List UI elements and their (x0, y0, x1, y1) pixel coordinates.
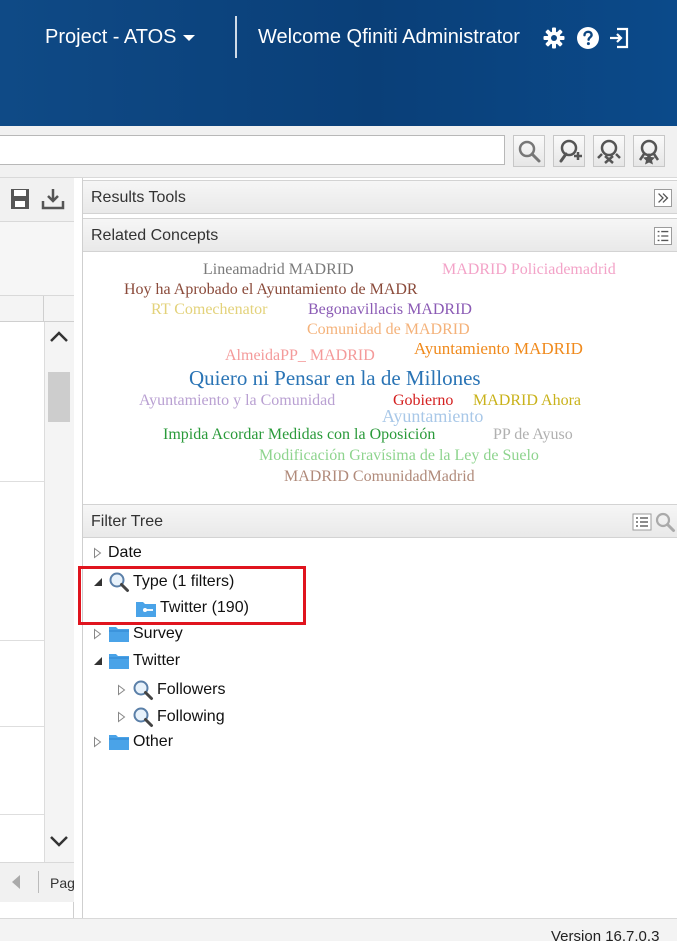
gear-icon[interactable] (542, 26, 566, 50)
concept-term[interactable]: RT Comechenator (151, 301, 268, 319)
search-input[interactable] (0, 135, 505, 165)
grid-scrollbar[interactable] (44, 322, 74, 862)
help-icon[interactable] (576, 26, 600, 50)
search-star-icon (638, 139, 660, 165)
results-summary-band (0, 222, 74, 296)
search-remove-icon (597, 139, 621, 164)
concept-term[interactable]: MADRID Ahora (473, 392, 581, 410)
project-selector[interactable]: Project - ATOS (45, 26, 195, 49)
expand-arrow-icon[interactable] (117, 684, 127, 696)
add-search-button[interactable] (553, 135, 585, 167)
tree-node-label: Date (108, 544, 142, 561)
welcome-text: Welcome Qfiniti Administrator (258, 26, 520, 48)
scrollbar-thumb[interactable] (48, 372, 70, 422)
chevron-up-icon[interactable] (49, 330, 69, 344)
concept-term[interactable]: Ayuntamiento y la Comunidad (139, 392, 335, 410)
paging-divider (38, 871, 39, 893)
side-panel: Results Tools Related Concepts Lineamadr… (82, 178, 677, 918)
tree-node-label: Twitter (133, 652, 181, 670)
folder-icon (109, 627, 129, 642)
tree-node-twitter[interactable]: Twitter (93, 652, 180, 676)
tree-node-other[interactable]: Other (93, 733, 173, 757)
tree-node-label: Other (133, 733, 174, 751)
saved-search-button[interactable] (633, 135, 665, 167)
remove-search-button[interactable] (593, 135, 625, 167)
list-menu-icon[interactable] (632, 513, 652, 531)
chevron-down-icon (182, 34, 195, 41)
concept-term[interactable]: Lineamadrid MADRID (203, 261, 354, 279)
concept-term[interactable]: AlmeidaPP_ MADRID (225, 347, 375, 365)
filter-tree-header[interactable]: Filter Tree (83, 504, 677, 538)
save-icon[interactable] (9, 187, 31, 211)
concept-term[interactable]: MADRID Policiademadrid (442, 261, 616, 279)
table-row[interactable] (0, 726, 44, 727)
tree-node-date[interactable]: Date (93, 544, 142, 568)
concept-term[interactable]: Hoy ha Aprobado el Ayuntamiento de MADR (124, 281, 418, 299)
chevron-down-icon[interactable] (49, 834, 69, 848)
table-row[interactable] (0, 481, 44, 482)
tree-node-following[interactable]: Following (117, 706, 225, 730)
results-toolbar (0, 178, 74, 222)
related-concepts-title: Related Concepts (91, 227, 219, 244)
concept-term[interactable]: PP de Ayuso (493, 426, 573, 444)
paging-label: Pag (50, 875, 75, 891)
header-divider (235, 16, 237, 58)
expand-icon[interactable] (654, 189, 672, 207)
results-tools-title: Results Tools (91, 189, 186, 206)
search-icon (518, 140, 541, 163)
tree-node-followers[interactable]: Followers (117, 679, 225, 703)
search-toolbar (0, 126, 677, 178)
tree-node-label: Survey (133, 625, 183, 643)
concept-term[interactable]: Begonavillacis MADRID (308, 301, 472, 319)
concept-cloud: Lineamadrid MADRID MADRID Policiademadri… (83, 256, 677, 494)
search-icon[interactable] (654, 511, 676, 533)
highlight-box (78, 566, 306, 625)
logout-icon[interactable] (607, 26, 631, 50)
search-filter-icon (133, 680, 153, 700)
table-row[interactable] (0, 640, 44, 641)
expand-arrow-icon[interactable] (93, 547, 103, 559)
tree-node-survey[interactable]: Survey (93, 625, 183, 649)
tree-node-label: Followers (157, 681, 226, 699)
previous-page-icon[interactable] (10, 874, 22, 890)
concept-term[interactable]: Modificación Gravísima de la Ley de Suel… (259, 447, 539, 465)
expand-arrow-icon[interactable] (93, 736, 103, 748)
project-label: Project - ATOS (45, 26, 177, 48)
version-label: Version 16.7.0.3 (551, 928, 660, 945)
concept-term[interactable]: MADRID ComunidadMadrid (284, 468, 475, 486)
related-concepts-header[interactable]: Related Concepts (83, 218, 677, 252)
app-header: Project - ATOS Welcome Qfiniti Administr… (0, 0, 677, 126)
results-panel: Pag (0, 178, 75, 918)
list-menu-icon[interactable] (654, 227, 672, 245)
search-button[interactable] (513, 135, 545, 167)
results-tools-header[interactable]: Results Tools (83, 180, 677, 214)
concept-term[interactable]: Impida Acordar Medidas con la Oposición (163, 426, 435, 444)
search-filter-icon (133, 707, 153, 727)
expand-arrow-icon[interactable] (117, 711, 127, 723)
folder-icon (109, 735, 129, 750)
concept-term[interactable]: Comunidad de MADRID (307, 321, 470, 339)
download-icon[interactable] (40, 187, 66, 211)
concept-term[interactable]: Quiero ni Pensar en la de Millones (189, 366, 481, 391)
table-row[interactable] (0, 814, 44, 815)
expand-arrow-icon[interactable] (93, 628, 103, 640)
collapse-arrow-icon[interactable] (93, 656, 103, 666)
grid-column-header (0, 296, 74, 322)
folder-icon (109, 654, 129, 669)
tree-node-label: Following (157, 708, 225, 726)
concept-term[interactable]: Ayuntamiento MADRID (414, 339, 583, 359)
filter-tree-title: Filter Tree (91, 513, 164, 530)
search-add-icon (559, 139, 582, 163)
concept-term[interactable]: Ayuntamiento (382, 406, 483, 427)
grid-paging-bar: Pag (0, 862, 75, 902)
